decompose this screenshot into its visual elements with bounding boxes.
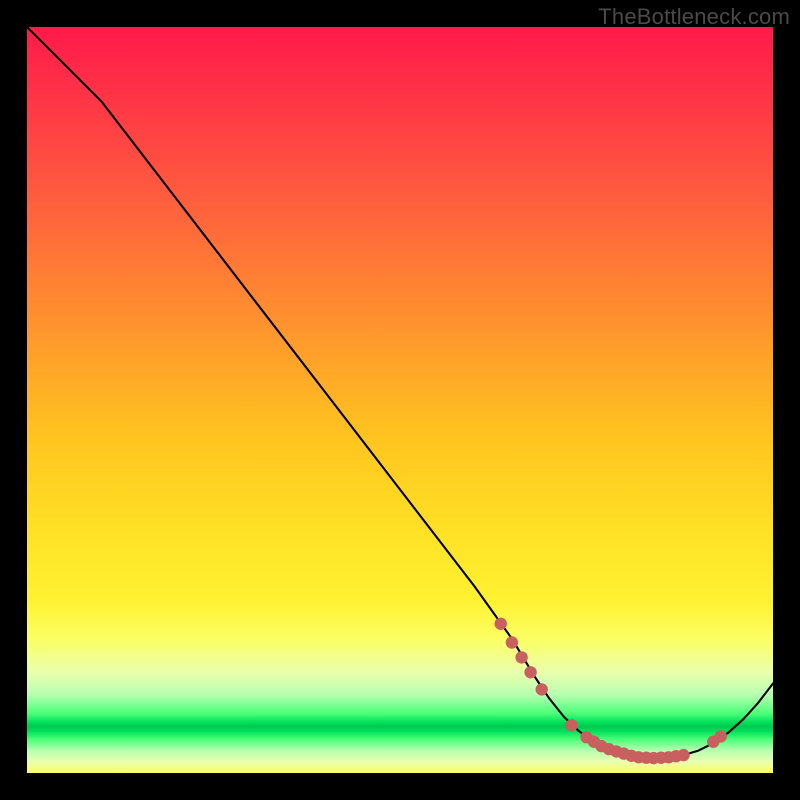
data-point — [565, 719, 577, 731]
data-point — [495, 618, 507, 630]
chart-markers — [495, 618, 728, 765]
data-point — [506, 636, 518, 648]
data-point — [515, 651, 527, 663]
data-point — [536, 683, 548, 695]
plot-area — [27, 27, 773, 773]
chart-svg — [27, 27, 773, 773]
data-point — [715, 730, 727, 742]
data-point — [677, 749, 689, 761]
data-point — [524, 666, 536, 678]
chart-line — [27, 27, 773, 758]
chart-frame: TheBottleneck.com — [0, 0, 800, 800]
